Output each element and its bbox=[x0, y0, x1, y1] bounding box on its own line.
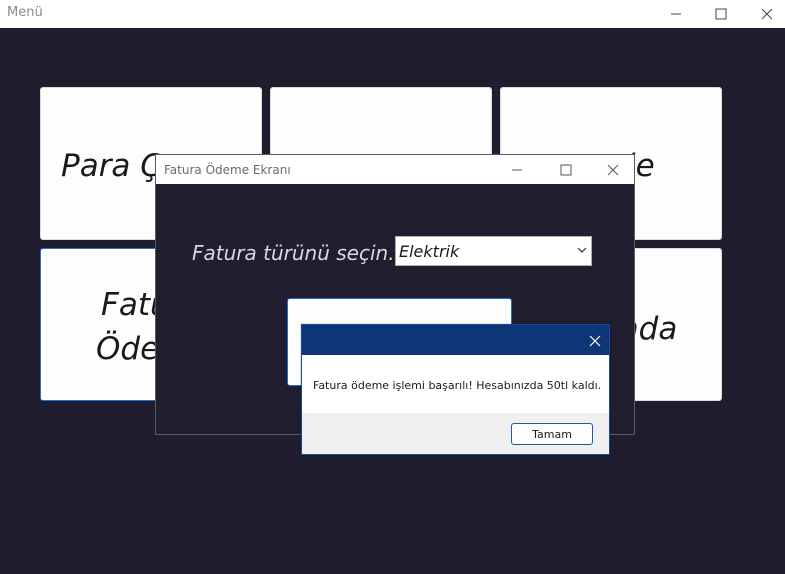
fatura-type-select[interactable]: Elektrik bbox=[395, 236, 592, 266]
minimize-icon bbox=[671, 13, 681, 15]
maximize-icon bbox=[560, 164, 572, 176]
close-button[interactable] bbox=[744, 0, 785, 28]
tile-label-line2: Öde bbox=[96, 331, 160, 367]
fatura-type-selected: Elektrik bbox=[399, 242, 460, 261]
maximize-button[interactable] bbox=[560, 163, 572, 181]
main-window-titlebar: Menü bbox=[0, 0, 785, 28]
minimize-button[interactable] bbox=[653, 0, 699, 28]
close-button[interactable] bbox=[589, 334, 601, 352]
message-box-body: Fatura ödeme işlemi başarılı! Hesabınızd… bbox=[302, 355, 609, 413]
close-icon bbox=[607, 164, 619, 176]
message-box: Fatura ödeme işlemi başarılı! Hesabınızd… bbox=[301, 324, 610, 455]
fatura-window-title: Fatura Ödeme Ekranı bbox=[164, 163, 291, 177]
message-text: Fatura ödeme işlemi başarılı! Hesabınızd… bbox=[313, 379, 602, 392]
chevron-down-icon bbox=[577, 247, 587, 253]
close-icon bbox=[589, 335, 601, 347]
message-box-titlebar bbox=[302, 325, 609, 355]
minimize-button[interactable] bbox=[511, 163, 523, 181]
minimize-icon bbox=[512, 169, 522, 171]
maximize-button[interactable] bbox=[698, 0, 744, 28]
fatura-type-label: Fatura türünü seçin. bbox=[192, 241, 395, 265]
close-button[interactable] bbox=[607, 163, 619, 181]
ok-button[interactable]: Tamam bbox=[511, 423, 593, 445]
fatura-window-titlebar: Fatura Ödeme Ekranı bbox=[156, 155, 634, 184]
tile-label: Para Ç bbox=[61, 148, 162, 184]
close-icon bbox=[761, 8, 773, 20]
maximize-icon bbox=[715, 8, 727, 20]
main-window-title: Menü bbox=[7, 5, 43, 20]
